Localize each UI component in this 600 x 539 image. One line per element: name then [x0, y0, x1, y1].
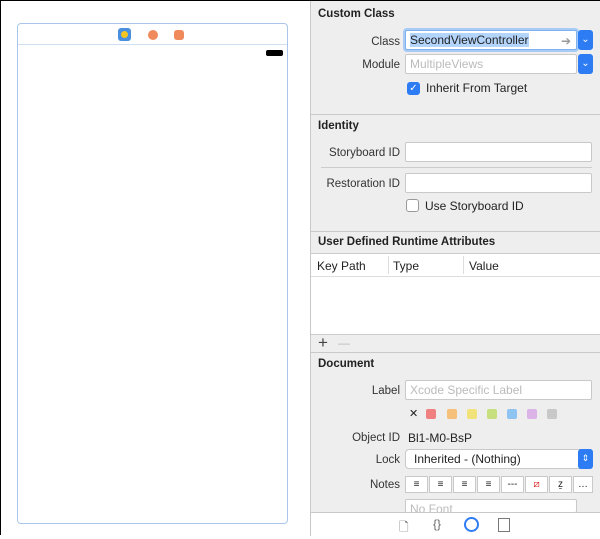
- quick-help-icon[interactable]: {}: [433, 517, 441, 531]
- color-label-orange[interactable]: [447, 409, 457, 419]
- text-color-button[interactable]: ẕ: [549, 476, 572, 493]
- use-storyboard-id-checkbox[interactable]: [406, 199, 419, 212]
- inspector-tab-bar: 🗋 {}: [311, 512, 600, 536]
- module-label: Module: [362, 59, 400, 71]
- scene-dock: [18, 24, 287, 45]
- color-label-green[interactable]: [487, 409, 497, 419]
- lock-stepper-icon: ⇕: [578, 449, 593, 469]
- library-icon[interactable]: [498, 518, 510, 532]
- file-inspector-icon[interactable]: 🗋: [399, 518, 409, 539]
- module-field[interactable]: MultipleViews: [405, 54, 577, 74]
- class-field[interactable]: SecondViewController ➔: [405, 30, 577, 50]
- color-label-red[interactable]: [426, 409, 436, 419]
- first-responder-icon[interactable]: [148, 30, 158, 40]
- add-attribute-button[interactable]: +: [318, 333, 328, 353]
- column-key-path[interactable]: Key Path: [317, 259, 366, 273]
- notes-font-field[interactable]: No Font: [405, 499, 577, 513]
- inherit-from-target-checkbox[interactable]: ✓: [407, 82, 420, 95]
- no-color-button[interactable]: ⧄: [525, 476, 548, 493]
- section-title-custom-class: Custom Class: [318, 8, 395, 20]
- remove-attribute-button[interactable]: —: [338, 336, 350, 350]
- hr-button[interactable]: ---: [501, 476, 524, 493]
- use-storyboard-id-label: Use Storyboard ID: [425, 199, 524, 213]
- label-label: Label: [371, 385, 400, 397]
- color-label-gray[interactable]: [547, 409, 557, 419]
- module-dropdown-button[interactable]: ⌄: [578, 54, 593, 74]
- more-button[interactable]: …: [573, 476, 593, 493]
- section-title-document: Document: [318, 358, 375, 370]
- table-header: Key Path Type Value: [311, 254, 600, 277]
- align-right-button[interactable]: ≡: [453, 476, 476, 493]
- go-to-class-icon[interactable]: ➔: [561, 34, 571, 48]
- justify-button[interactable]: ≡: [477, 476, 500, 493]
- align-center-button[interactable]: ≡: [429, 476, 452, 493]
- color-label-blue[interactable]: [507, 409, 517, 419]
- object-id-value: Bl1-M0-BsP: [408, 431, 473, 445]
- battery-icon: [266, 50, 283, 56]
- object-id-label: Object ID: [352, 432, 400, 444]
- class-dropdown-button[interactable]: ⌄: [578, 30, 593, 50]
- column-type[interactable]: Type: [393, 259, 419, 273]
- view-controller-icon[interactable]: [118, 28, 131, 41]
- runtime-attributes-table[interactable]: Key Path Type Value: [311, 253, 600, 335]
- align-left-button[interactable]: ≡: [405, 476, 428, 493]
- lock-value: Inherited - (Nothing): [414, 452, 521, 466]
- clear-color-label-button[interactable]: ✕: [409, 407, 418, 420]
- identity-inspector-icon[interactable]: [464, 517, 479, 532]
- color-label-yellow[interactable]: [467, 409, 477, 419]
- notes-label: Notes: [369, 479, 400, 491]
- view-controller-scene[interactable]: [17, 23, 288, 524]
- column-value[interactable]: Value: [469, 259, 499, 273]
- lock-label: Lock: [375, 454, 400, 466]
- color-label-purple[interactable]: [527, 409, 537, 419]
- section-title-identity: Identity: [318, 120, 359, 132]
- restoration-id-field[interactable]: [405, 173, 592, 193]
- storyboard-id-label: Storyboard ID: [329, 147, 400, 159]
- class-value: SecondViewController: [410, 33, 529, 47]
- inherit-from-target-label: Inherit From Target: [426, 81, 528, 95]
- exit-icon[interactable]: [174, 30, 184, 40]
- restoration-id-label: Restoration ID: [326, 178, 400, 190]
- class-label: Class: [371, 36, 400, 48]
- identity-inspector: Custom Class Class SecondViewController ➔…: [310, 1, 600, 536]
- section-title-runtime-attributes: User Defined Runtime Attributes: [318, 236, 496, 248]
- storyboard-id-field[interactable]: [405, 142, 592, 162]
- lock-select[interactable]: Inherited - (Nothing) ⇕: [405, 449, 593, 469]
- storyboard-canvas[interactable]: [1, 1, 310, 536]
- label-field[interactable]: Xcode Specific Label: [405, 380, 592, 400]
